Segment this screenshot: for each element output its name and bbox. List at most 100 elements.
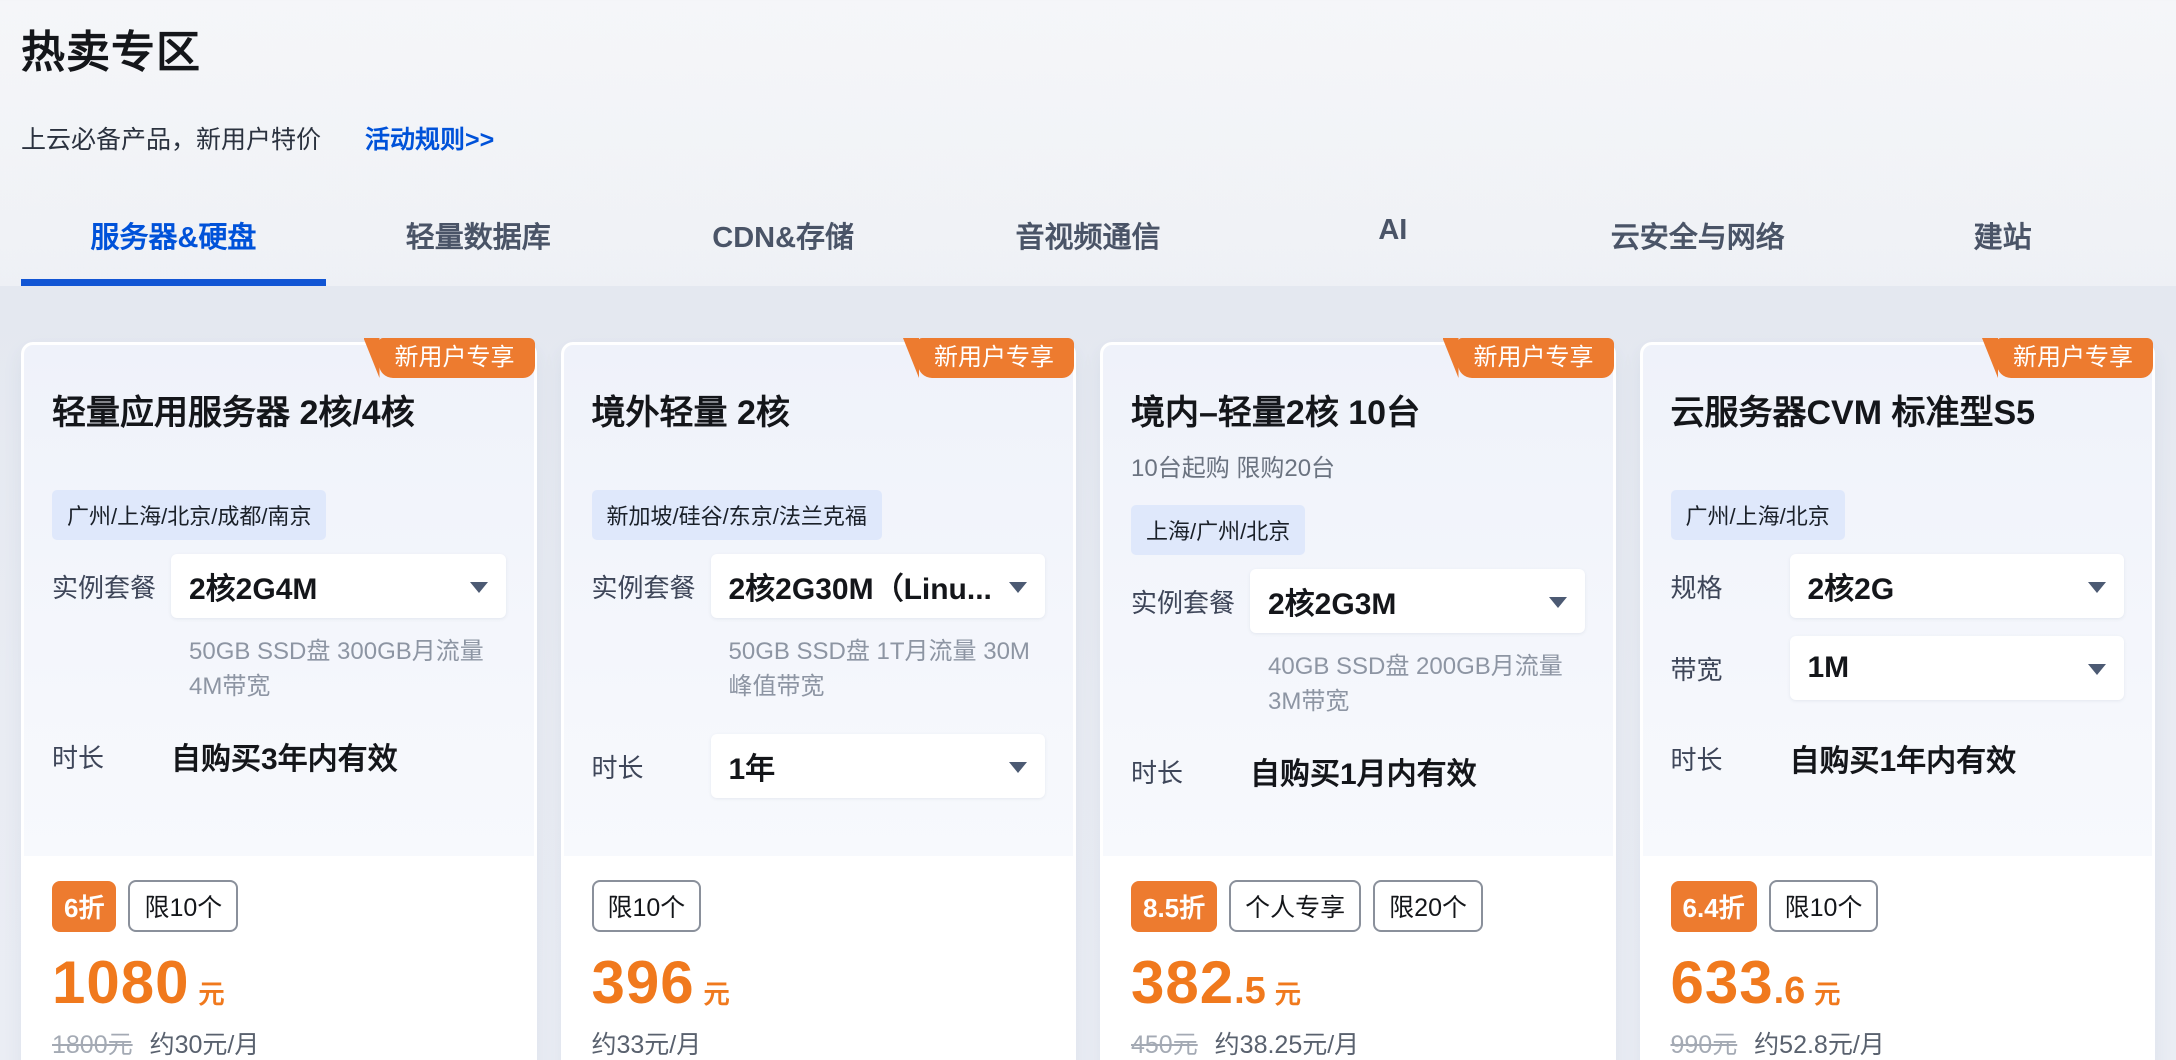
tab-lite-database[interactable]: 轻量数据库: [326, 214, 631, 286]
duration-row: 时长 自购买1年内有效: [1671, 736, 2125, 780]
spec-row: 规格 2核2G: [1671, 554, 2125, 618]
spec-label: 规格: [1671, 568, 1790, 605]
card-config-section: 轻量应用服务器 2核/4核 广州/上海/北京/成都/南京 实例套餐 2核2G4M…: [24, 345, 534, 856]
page-title: 热卖专区: [21, 16, 2155, 80]
plan-label: 实例套餐: [52, 568, 171, 605]
limit-tag: 限20个: [1373, 880, 1483, 932]
duration-row: 时长 自购买1月内有效: [1131, 749, 1585, 793]
duration-select[interactable]: 1年: [711, 734, 1046, 798]
tab-audio-video[interactable]: 音视频通信: [936, 214, 1241, 286]
tab-servers-disks[interactable]: 服务器&硬盘: [21, 214, 326, 286]
spec-select-value: 2核2G: [1808, 564, 1895, 608]
discount-tag: 6折: [52, 881, 116, 932]
plan-description: 40GB SSD盘 200GB月流量 3M带宽: [1268, 649, 1585, 719]
product-title: 轻量应用服务器 2核/4核: [52, 385, 506, 434]
price-amount: 633: [1671, 948, 1774, 1017]
region-tag: 广州/上海/北京: [1671, 490, 1845, 540]
page-subtitle: 上云必备产品，新用户特价: [21, 120, 321, 156]
new-user-ribbon: 新用户专享: [1458, 338, 1614, 378]
tab-website-building[interactable]: 建站: [1850, 214, 2155, 286]
tags-row: 8.5折 个人专享 限20个: [1131, 880, 1585, 932]
product-title: 云服务器CVM 标准型S5: [1671, 385, 2125, 434]
price-unit: 元: [1275, 974, 1301, 1011]
chevron-down-icon: [470, 582, 488, 593]
original-price: 450元: [1131, 1031, 1198, 1059]
duration-label: 时长: [592, 748, 711, 785]
price-meta: 990元 约52.8元/月: [1671, 1025, 2125, 1060]
product-cards-row: 新用户专享 轻量应用服务器 2核/4核 广州/上海/北京/成都/南京 实例套餐 …: [0, 286, 2176, 1060]
plan-label: 实例套餐: [592, 568, 711, 605]
plan-row: 实例套餐 2核2G3M: [1131, 569, 1585, 633]
product-title: 境内–轻量2核 10台: [1131, 385, 1585, 434]
tags-row: 6.4折 限10个: [1671, 880, 2125, 932]
price: 633 .6 元: [1671, 948, 2125, 1017]
category-tabs: 服务器&硬盘 轻量数据库 CDN&存储 音视频通信 AI 云安全与网络 建站: [21, 214, 2155, 286]
region-tag: 广州/上海/北京/成都/南京: [52, 490, 326, 540]
plan-select-value: 2核2G4M: [189, 564, 317, 608]
product-card-domestic-lighthouse-bundle: 新用户专享 境内–轻量2核 10台 10台起购 限购20台 上海/广州/北京 实…: [1100, 342, 1616, 1060]
product-card-lighthouse: 新用户专享 轻量应用服务器 2核/4核 广州/上海/北京/成都/南京 实例套餐 …: [21, 342, 537, 1060]
bandwidth-select[interactable]: 1M: [1790, 636, 2125, 700]
price: 1080 元: [52, 948, 506, 1017]
limit-tag: 限10个: [128, 880, 238, 932]
card-price-section: 限10个 396 元 约33元/月: [564, 856, 1074, 1060]
bandwidth-label: 带宽: [1671, 650, 1790, 687]
duration-label: 时长: [1131, 753, 1250, 790]
price-unit: 元: [198, 974, 224, 1011]
plan-select-value: 2核2G30M（Linu...: [729, 564, 992, 608]
duration-label: 时长: [52, 738, 171, 775]
personal-tag: 个人专享: [1229, 880, 1361, 932]
duration-value: 自购买1年内有效: [1790, 736, 2017, 780]
price-decimal: .6: [1774, 970, 1806, 1013]
plan-row: 实例套餐 2核2G30M（Linu...: [592, 554, 1046, 618]
chevron-down-icon: [1009, 582, 1027, 593]
card-config-section: 境内–轻量2核 10台 10台起购 限购20台 上海/广州/北京 实例套餐 2核…: [1103, 345, 1613, 856]
tab-ai[interactable]: AI: [1240, 214, 1545, 286]
tags-row: 限10个: [592, 880, 1046, 932]
activity-rules-link[interactable]: 活动规则>>: [365, 120, 494, 156]
monthly-price: 约52.8元/月: [1754, 1031, 1885, 1059]
chevron-down-icon: [1009, 762, 1027, 773]
hero-section: 热卖专区 上云必备产品，新用户特价 活动规则>> 服务器&硬盘 轻量数据库 CD…: [0, 0, 2176, 286]
new-user-ribbon: 新用户专享: [1997, 338, 2153, 378]
duration-value: 自购买3年内有效: [171, 734, 398, 778]
new-user-ribbon: 新用户专享: [918, 338, 1074, 378]
monthly-price: 约38.25元/月: [1215, 1031, 1360, 1059]
discount-tag: 6.4折: [1671, 881, 1757, 932]
bandwidth-select-value: 1M: [1808, 651, 1850, 685]
original-price: 990元: [1671, 1031, 1738, 1059]
product-card-cvm-s5: 新用户专享 云服务器CVM 标准型S5 广州/上海/北京 规格 2核2G 带宽 …: [1640, 342, 2156, 1060]
discount-tag: 8.5折: [1131, 881, 1217, 932]
card-config-section: 云服务器CVM 标准型S5 广州/上海/北京 规格 2核2G 带宽 1M 时长 …: [1643, 345, 2153, 856]
chevron-down-icon: [1549, 597, 1567, 608]
price-meta: 约33元/月: [592, 1025, 1046, 1060]
price-amount: 1080: [52, 948, 189, 1017]
plan-label: 实例套餐: [1131, 583, 1250, 620]
subtitle-row: 上云必备产品，新用户特价 活动规则>>: [21, 120, 2155, 156]
plan-select[interactable]: 2核2G3M: [1250, 569, 1585, 633]
chevron-down-icon: [2088, 664, 2106, 675]
tags-row: 6折 限10个: [52, 880, 506, 932]
duration-row: 时长 1年: [592, 734, 1046, 798]
new-user-ribbon: 新用户专享: [379, 338, 535, 378]
product-title: 境外轻量 2核: [592, 385, 1046, 434]
region-tag: 上海/广州/北京: [1131, 505, 1305, 555]
monthly-price: 约33元/月: [592, 1031, 702, 1059]
price-amount: 396: [592, 948, 695, 1017]
price-unit: 元: [1814, 974, 1840, 1011]
plan-select[interactable]: 2核2G4M: [171, 554, 506, 618]
duration-row: 时长 自购买3年内有效: [52, 734, 506, 778]
card-price-section: 6.4折 限10个 633 .6 元 990元 约52.8元/月: [1643, 856, 2153, 1060]
duration-label: 时长: [1671, 740, 1790, 777]
spec-select[interactable]: 2核2G: [1790, 554, 2125, 618]
monthly-price: 约30元/月: [150, 1031, 260, 1059]
tab-cdn-storage[interactable]: CDN&存储: [631, 214, 936, 286]
card-price-section: 8.5折 个人专享 限20个 382 .5 元 450元 约38.25元/月: [1103, 856, 1613, 1060]
price-decimal: .5: [1234, 970, 1266, 1013]
tab-cloud-security-network[interactable]: 云安全与网络: [1545, 214, 1850, 286]
plan-select[interactable]: 2核2G30M（Linu...: [711, 554, 1046, 618]
price-meta: 1800元 约30元/月: [52, 1025, 506, 1060]
plan-description: 50GB SSD盘 1T月流量 30M峰值带宽: [729, 634, 1046, 704]
product-card-overseas-lighthouse: 新用户专享 境外轻量 2核 新加坡/硅谷/东京/法兰克福 实例套餐 2核2G30…: [561, 342, 1077, 1060]
chevron-down-icon: [2088, 582, 2106, 593]
